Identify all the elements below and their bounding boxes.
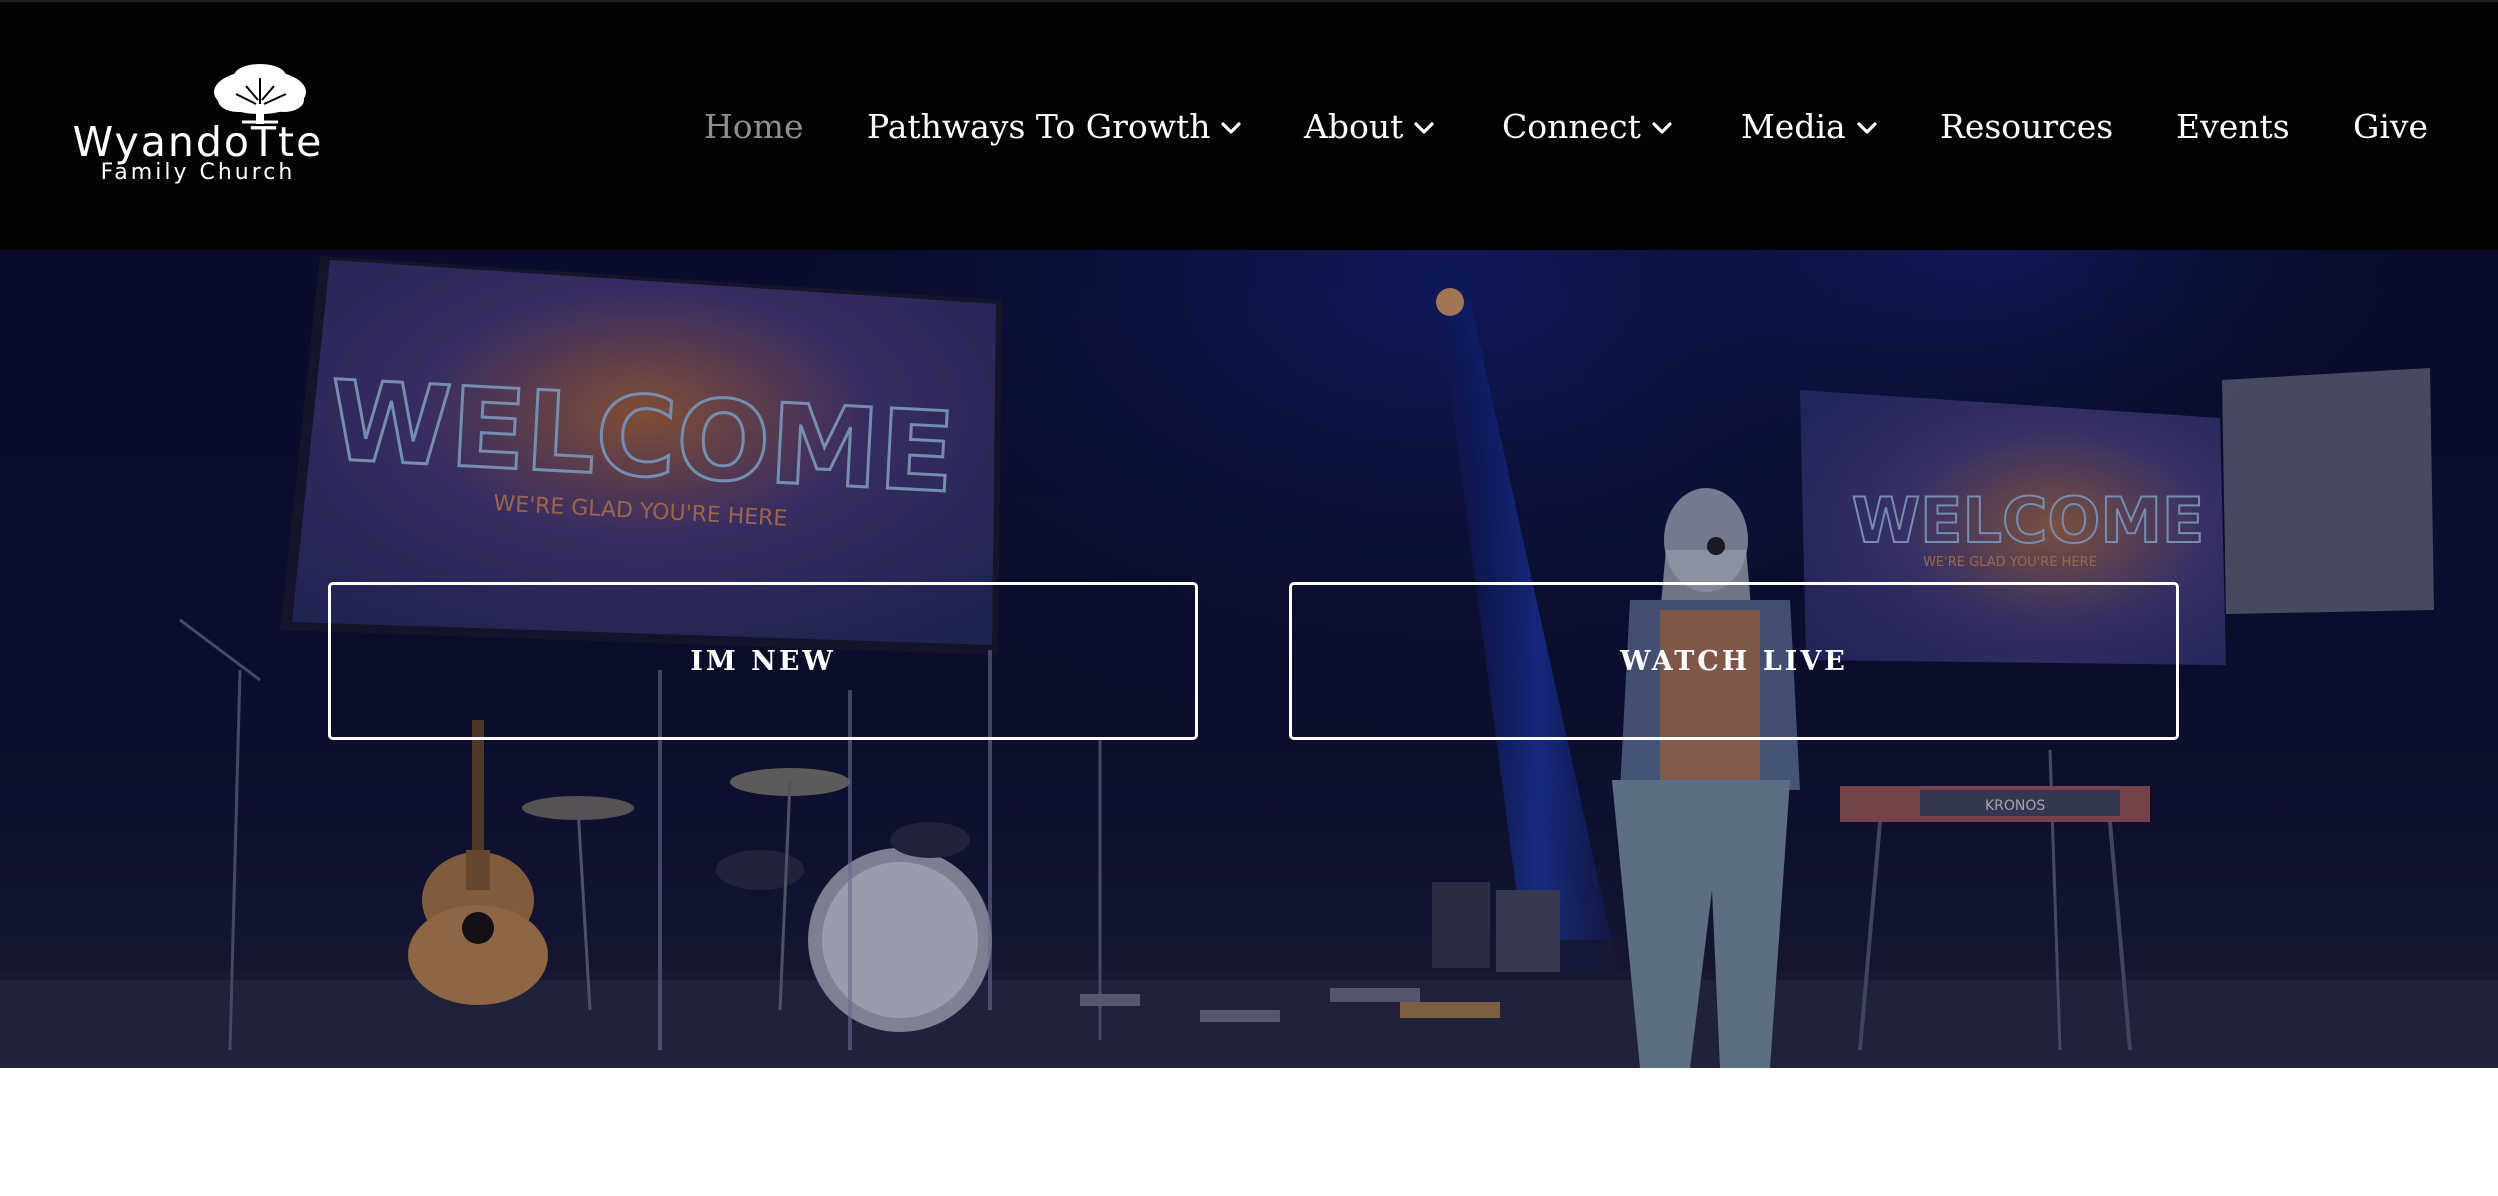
nav-events[interactable]: Events [2176,105,2290,149]
logo-subtitle: Family Church [100,160,296,185]
nav-give[interactable]: Give [2353,105,2428,149]
nav-resources[interactable]: Resources [1940,105,2113,149]
watch-live-button[interactable]: WATCH LIVE [1289,582,2179,740]
main-navigation: Home Pathways To Growth About Connect Me… [0,105,2498,149]
nav-home-label: Home [704,107,804,146]
nav-home[interactable]: Home [704,105,803,149]
nav-connect-label: Connect [1502,107,1641,146]
nav-pathways-to-growth[interactable]: Pathways To Growth [867,105,1242,149]
chevron-down-icon [1220,105,1242,149]
nav-give-label: Give [2353,107,2429,146]
hero-banner: WELCOME WE'RE GLAD YOU'RE HERE WELCOME W… [0,250,2498,1068]
nav-connect[interactable]: Connect [1502,105,1673,149]
nav-about[interactable]: About [1304,105,1435,149]
content-section [0,1068,2498,1196]
chevron-down-icon [1413,105,1435,149]
site-header: WyandoTte Family Church Home Pathways To… [0,0,2498,250]
im-new-label: IM NEW [690,645,836,677]
chevron-down-icon [1856,105,1878,149]
nav-media-label: Media [1741,107,1846,146]
chevron-down-icon [1651,105,1673,149]
nav-pathways-label: Pathways To Growth [867,107,1211,146]
nav-media[interactable]: Media [1741,105,1878,149]
nav-about-label: About [1304,107,1404,146]
nav-events-label: Events [2176,107,2290,146]
im-new-button[interactable]: IM NEW [328,582,1198,740]
watch-live-label: WATCH LIVE [1620,645,1848,677]
nav-resources-label: Resources [1940,107,2114,146]
